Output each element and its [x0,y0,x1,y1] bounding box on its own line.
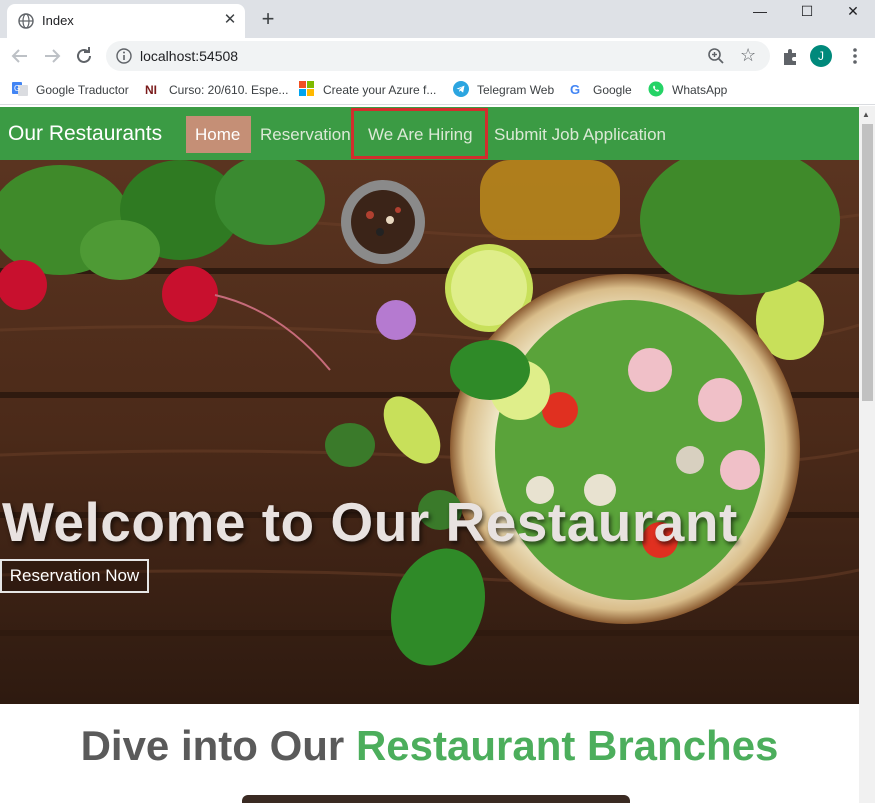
menu-kebab-icon[interactable] [844,45,866,67]
window-close-button[interactable]: ✕ [838,2,868,20]
site-info-icon[interactable] [116,48,132,64]
bookmark-azure[interactable]: Create your Azure f... [299,81,436,99]
nav-link-home[interactable]: Home [186,116,251,153]
tab-close-icon[interactable]: ✕ [221,11,239,29]
nav-link-submit-job-application[interactable]: Submit Job Application [494,125,666,145]
bookmark-label: Google Traductor [36,83,129,97]
window-maximize-button[interactable]: ☐ [792,2,822,20]
svg-text:NI: NI [145,83,157,97]
google-translate-icon: G [12,82,28,96]
hero-banner: Welcome to Our Restaurant Reservation No… [0,160,859,704]
page-viewport: Our Restaurants Home Reservation We Are … [0,106,875,803]
site-navbar: Our Restaurants Home Reservation We Are … [0,107,859,160]
bookmark-label: Create your Azure f... [323,83,437,97]
branches-heading-part2: Restaurant Branches [355,722,779,769]
hero-title: Welcome to Our Restaurant [2,491,738,553]
whatsapp-icon [648,81,664,97]
microsoft-icon [299,81,314,96]
window-minimize-button[interactable]: — [745,2,775,20]
back-arrow-icon[interactable] [8,44,32,68]
nav-link-label: Home [195,125,241,144]
address-bar[interactable]: localhost:54508 ☆ [106,41,770,71]
svg-text:G: G [14,84,20,93]
bookmark-google[interactable]: G Google [569,81,632,99]
bookmark-label: Curso: 20/610. Espe... [169,83,289,97]
globe-icon [18,13,34,29]
reservation-now-button[interactable]: Reservation Now [0,559,149,593]
branch-card-image[interactable] [242,795,630,803]
bookmark-label: WhatsApp [672,83,728,97]
google-icon: G [570,82,580,97]
reload-icon[interactable] [72,44,96,68]
navbar-brand[interactable]: Our Restaurants [8,122,162,146]
bookmark-whatsapp[interactable]: WhatsApp [648,81,727,99]
ni-icon: NI [145,83,157,97]
browser-tab[interactable]: Index ✕ [7,4,245,38]
bookmark-label: Telegram Web [477,83,555,97]
extensions-puzzle-icon[interactable] [779,45,801,67]
nav-link-reservation[interactable]: Reservation [260,125,351,145]
telegram-icon [453,81,469,97]
browser-toolbar: localhost:54508 ☆ J [0,38,875,74]
url-text[interactable]: localhost:54508 [140,48,238,64]
bookmarks-bar: G Google Traductor NI Curso: 20/610. Espe.… [0,74,875,105]
bookmark-label: Google [593,83,632,97]
bookmark-telegram[interactable]: Telegram Web [453,81,554,99]
zoom-icon[interactable] [707,47,725,65]
browser-tab-strip: Index ✕ + — ☐ ✕ [0,0,875,38]
svg-text:G: G [570,82,580,97]
scrollbar-thumb[interactable] [862,124,873,401]
nav-link-we-are-hiring[interactable]: We Are Hiring [368,125,473,145]
bookmark-google-traductor[interactable]: G Google Traductor [12,81,129,99]
bookmark-curso[interactable]: NI Curso: 20/610. Espe... [145,81,288,99]
branches-heading: Dive into Our Restaurant Branches [0,722,859,770]
forward-arrow-icon[interactable] [40,44,64,68]
profile-avatar[interactable]: J [810,45,832,67]
hero-food-image [0,160,859,704]
branches-heading-part1: Dive into Our [80,722,345,769]
new-tab-button[interactable]: + [256,7,280,31]
scroll-up-arrow-icon[interactable]: ▲ [862,110,870,119]
tab-title: Index [42,13,74,28]
bookmark-star-icon[interactable]: ☆ [740,45,756,66]
